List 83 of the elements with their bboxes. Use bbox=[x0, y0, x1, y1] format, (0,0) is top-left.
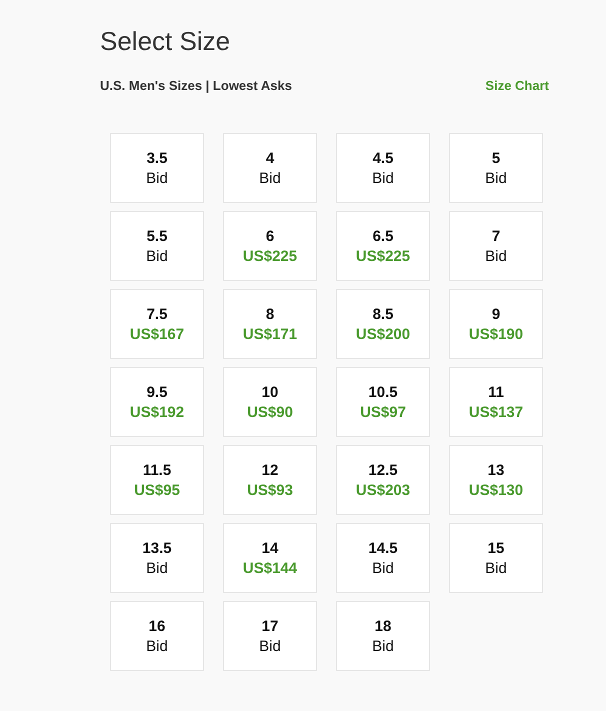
price-label: US$171 bbox=[242, 326, 298, 342]
size-option[interactable]: 14.5 Bid bbox=[336, 523, 430, 593]
size-label: 6 bbox=[266, 228, 274, 244]
size-label: 13.5 bbox=[142, 540, 172, 556]
size-label: 10.5 bbox=[368, 384, 398, 400]
price-label: Bid bbox=[259, 638, 281, 654]
size-label: 10 bbox=[262, 384, 278, 400]
page-title: Select Size bbox=[100, 26, 232, 56]
size-option[interactable]: 4 Bid bbox=[223, 133, 317, 203]
size-label: 9 bbox=[492, 306, 500, 322]
price-label: US$192 bbox=[130, 404, 184, 420]
size-option[interactable]: 9.5 US$192 bbox=[110, 367, 204, 437]
price-label: Bid bbox=[372, 560, 394, 576]
price-label: US$203 bbox=[356, 482, 410, 498]
size-label: 16 bbox=[148, 618, 166, 634]
price-label: US$97 bbox=[360, 404, 406, 420]
size-label: 17 bbox=[262, 618, 278, 634]
size-option[interactable]: 14 US$144 bbox=[223, 523, 317, 593]
price-label: US$137 bbox=[468, 404, 524, 420]
size-label: 6.5 bbox=[372, 228, 394, 244]
price-label: Bid bbox=[485, 248, 507, 264]
size-option[interactable]: 5 Bid bbox=[449, 133, 543, 203]
size-option[interactable]: 12 US$93 bbox=[223, 445, 317, 515]
size-option[interactable]: 13 US$130 bbox=[449, 445, 543, 515]
price-label: US$190 bbox=[468, 326, 524, 342]
size-label: 5 bbox=[492, 150, 500, 166]
size-label: 18 bbox=[374, 618, 392, 634]
price-label: Bid bbox=[372, 170, 394, 186]
size-option[interactable]: 7 Bid bbox=[449, 211, 543, 281]
size-option[interactable]: 6 US$225 bbox=[223, 211, 317, 281]
price-label: Bid bbox=[146, 638, 168, 654]
size-label: 12.5 bbox=[368, 462, 398, 478]
price-label: US$90 bbox=[247, 404, 293, 420]
size-option[interactable]: 16 Bid bbox=[110, 601, 204, 671]
price-label: Bid bbox=[146, 248, 168, 264]
price-label: Bid bbox=[372, 638, 394, 654]
size-option[interactable]: 8.5 US$200 bbox=[336, 289, 430, 359]
size-label: 8.5 bbox=[372, 306, 394, 322]
price-label: Bid bbox=[485, 560, 507, 576]
size-label: 12 bbox=[262, 462, 278, 478]
size-option[interactable]: 12.5 US$203 bbox=[336, 445, 430, 515]
price-label: US$95 bbox=[134, 482, 180, 498]
price-label: Bid bbox=[146, 560, 168, 576]
size-label: 4.5 bbox=[372, 150, 394, 166]
price-label: US$225 bbox=[242, 248, 298, 264]
size-option[interactable]: 11.5 US$95 bbox=[110, 445, 204, 515]
size-option[interactable]: 15 Bid bbox=[449, 523, 543, 593]
size-label: 15 bbox=[488, 540, 504, 556]
size-label: 13 bbox=[488, 462, 504, 478]
size-label: 7 bbox=[492, 228, 500, 244]
price-label: US$130 bbox=[468, 482, 524, 498]
size-label: 3.5 bbox=[146, 150, 168, 166]
size-label: 8 bbox=[266, 306, 274, 322]
size-option[interactable]: 5.5 Bid bbox=[110, 211, 204, 281]
size-option[interactable]: 3.5 Bid bbox=[110, 133, 204, 203]
size-label: 5.5 bbox=[146, 228, 168, 244]
size-option[interactable]: 6.5 US$225 bbox=[336, 211, 430, 281]
size-label: 14.5 bbox=[368, 540, 398, 556]
size-option[interactable]: 18 Bid bbox=[336, 601, 430, 671]
size-option[interactable]: 10.5 US$97 bbox=[336, 367, 430, 437]
size-label: 11.5 bbox=[142, 462, 172, 478]
size-option[interactable]: 8 US$171 bbox=[223, 289, 317, 359]
size-heading: U.S. Men's Sizes | Lowest Asks bbox=[100, 78, 292, 93]
size-label: 11 bbox=[488, 384, 504, 400]
size-option[interactable]: 4.5 Bid bbox=[336, 133, 430, 203]
price-label: US$225 bbox=[356, 248, 410, 264]
size-option[interactable]: 11 US$137 bbox=[449, 367, 543, 437]
size-label: 7.5 bbox=[146, 306, 168, 322]
size-label: 9.5 bbox=[146, 384, 168, 400]
price-label: Bid bbox=[485, 170, 507, 186]
price-label: US$144 bbox=[242, 560, 298, 576]
size-option[interactable]: 13.5 Bid bbox=[110, 523, 204, 593]
price-label: US$93 bbox=[247, 482, 293, 498]
price-label: Bid bbox=[146, 170, 168, 186]
price-label: US$167 bbox=[130, 326, 184, 342]
size-label: 14 bbox=[262, 540, 278, 556]
size-option[interactable]: 9 US$190 bbox=[449, 289, 543, 359]
size-option[interactable]: 17 Bid bbox=[223, 601, 317, 671]
price-label: US$200 bbox=[356, 326, 410, 342]
size-option[interactable]: 7.5 US$167 bbox=[110, 289, 204, 359]
size-option[interactable]: 10 US$90 bbox=[223, 367, 317, 437]
price-label: Bid bbox=[259, 170, 281, 186]
size-label: 4 bbox=[266, 150, 274, 166]
